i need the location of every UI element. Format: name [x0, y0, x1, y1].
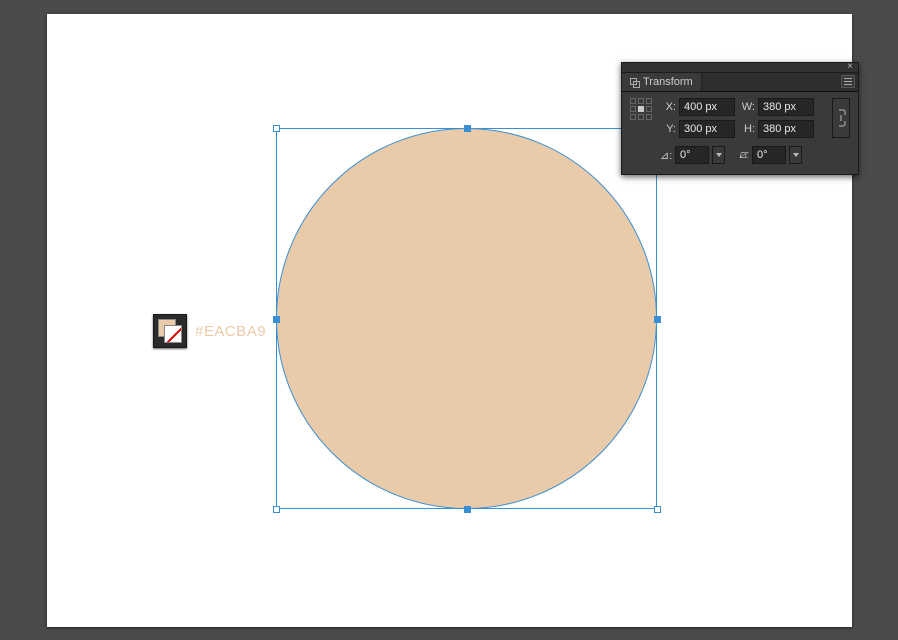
x-input[interactable]: 400 px [679, 98, 735, 116]
tab-transform[interactable]: Transform [622, 73, 702, 91]
h-input[interactable]: 380 px [758, 120, 814, 138]
artboard[interactable]: #EACBA9 × « Transform [47, 14, 852, 627]
selection-handle-bottom-left[interactable] [273, 506, 280, 513]
ellipse-shape[interactable] [276, 128, 657, 509]
stroke-swatch-none[interactable] [164, 325, 182, 343]
chevron-down-icon [716, 153, 722, 157]
anchor-bottom[interactable] [465, 507, 470, 512]
anchor-left[interactable] [274, 317, 279, 322]
shear-input[interactable]: 0° [752, 146, 786, 164]
panel-flyout-menu-icon[interactable] [841, 75, 855, 88]
rotate-input[interactable]: 0° [675, 146, 709, 164]
w-label: W: [741, 101, 755, 113]
selection-handle-top-left[interactable] [273, 125, 280, 132]
rotate-dropdown[interactable] [712, 146, 725, 164]
y-label: Y: [662, 123, 676, 135]
shear-dropdown[interactable] [789, 146, 802, 164]
w-input[interactable]: 380 px [758, 98, 814, 116]
chevron-down-icon [793, 153, 799, 157]
reference-point-center[interactable] [638, 106, 644, 112]
transform-icon [630, 78, 639, 87]
transform-panel[interactable]: × « Transform X: [621, 62, 859, 175]
reference-point-grid[interactable] [630, 98, 654, 122]
anchor-right[interactable] [655, 317, 660, 322]
anchor-top[interactable] [465, 126, 470, 131]
h-label: H: [741, 123, 755, 135]
y-input[interactable]: 300 px [679, 120, 735, 138]
shear-icon: ⧄: [737, 149, 749, 162]
fill-hex-label: #EACBA9 [195, 323, 266, 340]
constrain-proportions-button[interactable] [832, 98, 850, 138]
link-icon [836, 109, 846, 127]
panel-tab-bar: Transform [622, 73, 858, 92]
rotate-icon: ⊿: [660, 149, 672, 162]
tab-label: Transform [643, 76, 693, 88]
panel-titlebar[interactable]: × [622, 63, 858, 73]
panel-body: X: 400 px W: 380 px Y: 300 px [622, 92, 858, 174]
x-label: X: [662, 101, 676, 113]
selection-handle-bottom-right[interactable] [654, 506, 661, 513]
fill-stroke-indicator[interactable] [153, 314, 187, 348]
